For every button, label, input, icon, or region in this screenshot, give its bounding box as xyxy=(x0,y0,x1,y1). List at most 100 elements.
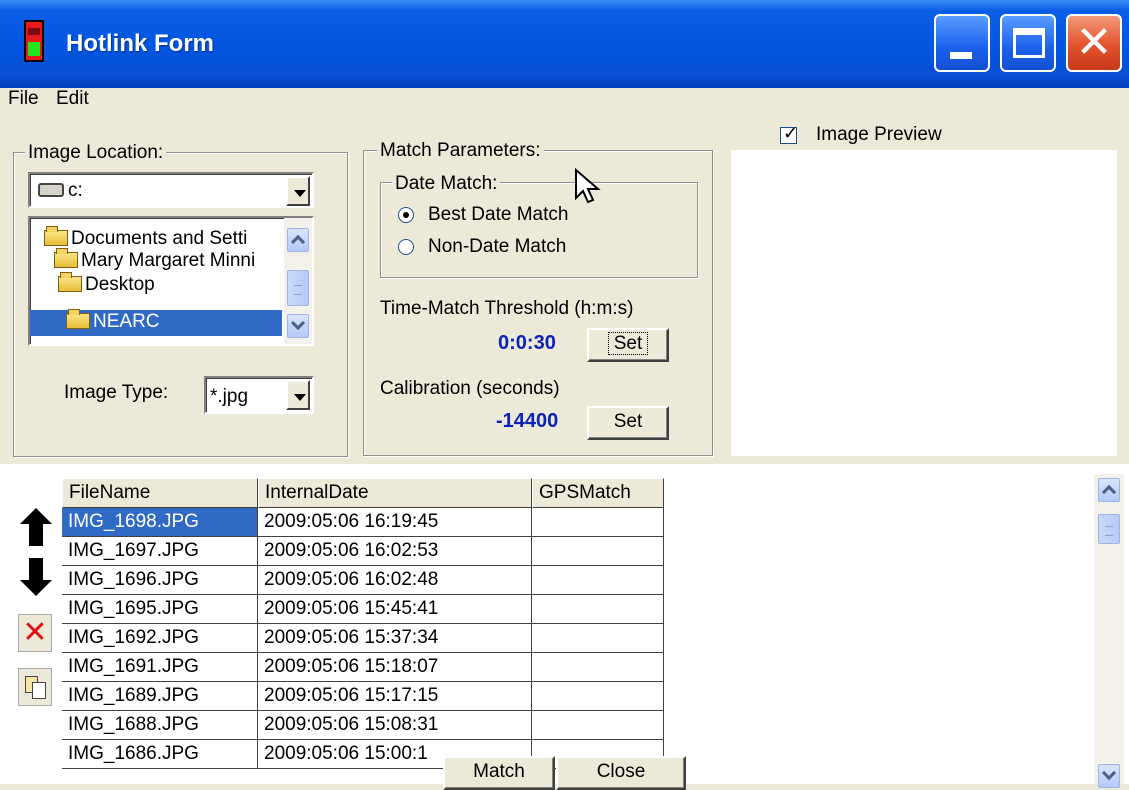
table-row[interactable]: IMG_1696.JPG 2009:05:06 16:02:48 xyxy=(62,566,664,595)
delete-icon[interactable]: ✕ xyxy=(18,614,52,652)
image-type-label: Image Type: xyxy=(64,382,169,403)
drive-select[interactable]: c: xyxy=(28,172,314,208)
cell-internaldate[interactable]: 2009:05:06 16:19:45 xyxy=(258,508,532,537)
cursor-icon xyxy=(575,168,601,204)
cell-gpsmatch[interactable] xyxy=(532,624,664,653)
close-button[interactable]: Close xyxy=(556,756,686,790)
scroll-up-button[interactable] xyxy=(287,228,309,252)
cell-filename[interactable]: IMG_1695.JPG xyxy=(62,595,258,624)
image-type-value: *.jpg xyxy=(210,386,249,407)
check-icon: ✓ xyxy=(783,123,799,143)
table-row[interactable]: IMG_1698.JPG 2009:05:06 16:19:45 xyxy=(62,508,664,537)
calibration-set-button[interactable]: Set xyxy=(587,406,669,440)
calibration-value: -14400 xyxy=(496,410,559,432)
cell-filename[interactable]: IMG_1692.JPG xyxy=(62,624,258,653)
col-header-internaldate[interactable]: InternalDate xyxy=(258,478,532,508)
chevron-down-icon xyxy=(1101,765,1117,781)
folder-item-documents[interactable]: Documents and Setti xyxy=(44,226,247,250)
non-date-radio-option[interactable]: Non-Date Match xyxy=(398,236,638,262)
arrow-up-icon[interactable] xyxy=(18,506,52,548)
table-row[interactable]: IMG_1695.JPG 2009:05:06 15:45:41 xyxy=(62,595,664,624)
cell-gpsmatch[interactable] xyxy=(532,711,664,740)
image-preview-checkbox[interactable]: ✓ xyxy=(780,123,798,144)
cell-gpsmatch[interactable] xyxy=(532,682,664,711)
cell-internaldate[interactable]: 2009:05:06 15:18:07 xyxy=(258,653,532,682)
image-type-select[interactable]: *.jpg xyxy=(204,376,314,414)
threshold-label: Time-Match Threshold (h:m:s) xyxy=(380,298,634,319)
best-date-label: Best Date Match xyxy=(428,204,569,225)
folder-open-icon xyxy=(54,248,78,268)
cell-internaldate[interactable]: 2009:05:06 16:02:53 xyxy=(258,537,532,566)
cell-internaldate[interactable]: 2009:05:06 15:17:15 xyxy=(258,682,532,711)
cell-internaldate[interactable]: 2009:05:06 15:45:41 xyxy=(258,595,532,624)
non-date-radio[interactable] xyxy=(398,239,414,255)
cell-gpsmatch[interactable] xyxy=(532,653,664,682)
table-row[interactable]: IMG_1692.JPG 2009:05:06 15:37:34 xyxy=(62,624,664,653)
date-match-group xyxy=(380,182,698,278)
minimize-button[interactable] xyxy=(934,14,990,72)
cell-filename[interactable]: IMG_1686.JPG xyxy=(62,740,258,769)
maximize-button[interactable] xyxy=(1000,14,1056,72)
scroll-thumb[interactable] xyxy=(287,270,309,306)
cell-filename[interactable]: IMG_1691.JPG xyxy=(62,653,258,682)
table-row[interactable]: IMG_1697.JPG 2009:05:06 16:02:53 xyxy=(62,537,664,566)
cell-gpsmatch[interactable] xyxy=(532,566,664,595)
close-window-button[interactable]: ✕ xyxy=(1066,14,1122,72)
scroll-down-button[interactable] xyxy=(287,314,309,338)
cell-filename[interactable]: IMG_1697.JPG xyxy=(62,537,258,566)
minimize-icon xyxy=(950,52,972,59)
col-header-gpsmatch[interactable]: GPSMatch xyxy=(532,478,664,508)
table-row[interactable]: IMG_1688.JPG 2009:05:06 15:08:31 xyxy=(62,711,664,740)
title-bar[interactable]: Hotlink Form ✕ xyxy=(0,0,1129,88)
app-icon xyxy=(24,20,44,62)
menu-file[interactable]: File xyxy=(8,88,39,110)
cell-filename[interactable]: IMG_1689.JPG xyxy=(62,682,258,711)
image-location-label: Image Location: xyxy=(25,142,167,164)
match-parameters-label: Match Parameters: xyxy=(377,140,544,162)
menu-edit[interactable]: Edit xyxy=(56,88,89,110)
arrow-down-icon[interactable] xyxy=(18,556,52,598)
cell-filename[interactable]: IMG_1698.JPG xyxy=(62,508,258,537)
cell-internaldate[interactable]: 2009:05:06 15:08:31 xyxy=(258,711,532,740)
cell-gpsmatch[interactable] xyxy=(532,595,664,624)
folder-open-icon xyxy=(66,309,90,329)
folder-item-user[interactable]: Mary Margaret Minni xyxy=(54,248,255,272)
grid-scrollbar[interactable] xyxy=(1094,474,1124,788)
drive-dropdown-button[interactable] xyxy=(286,176,310,206)
grid-scroll-up-button[interactable] xyxy=(1098,478,1120,502)
drive-icon xyxy=(38,183,64,197)
folder-open-icon xyxy=(58,272,82,292)
grid-scroll-thumb[interactable] xyxy=(1098,514,1120,544)
grid-scroll-down-button[interactable] xyxy=(1098,764,1120,788)
cell-filename[interactable]: IMG_1696.JPG xyxy=(62,566,258,595)
image-type-dropdown-button[interactable] xyxy=(286,380,310,410)
image-preview-label: Image Preview xyxy=(816,124,942,145)
threshold-set-button[interactable]: Set xyxy=(587,328,669,362)
results-grid[interactable]: FileName InternalDate GPSMatch IMG_1698.… xyxy=(62,478,664,784)
image-preview-pane xyxy=(731,150,1117,456)
cell-internaldate[interactable]: 2009:05:06 16:02:48 xyxy=(258,566,532,595)
match-button[interactable]: Match xyxy=(443,756,555,790)
cell-filename[interactable]: IMG_1688.JPG xyxy=(62,711,258,740)
table-row[interactable]: IMG_1691.JPG 2009:05:06 15:18:07 xyxy=(62,653,664,682)
image-preview-checkbox-option[interactable]: ✓ Image Preview xyxy=(780,123,1080,148)
table-row[interactable]: IMG_1689.JPG 2009:05:06 15:17:15 xyxy=(62,682,664,711)
best-date-radio-option[interactable]: Best Date Match xyxy=(398,204,638,230)
cell-gpsmatch[interactable] xyxy=(532,537,664,566)
date-match-label: Date Match: xyxy=(392,173,501,195)
drive-value: c: xyxy=(68,180,83,201)
maximize-icon xyxy=(1013,28,1045,58)
folder-tree[interactable]: Documents and Setti Mary Margaret Minni … xyxy=(28,216,314,346)
close-icon: ✕ xyxy=(1075,17,1113,68)
best-date-radio[interactable] xyxy=(398,207,414,223)
col-header-filename[interactable]: FileName xyxy=(62,478,258,508)
cell-internaldate[interactable]: 2009:05:06 15:37:34 xyxy=(258,624,532,653)
folder-tree-scrollbar[interactable] xyxy=(284,218,312,344)
calibration-label: Calibration (seconds) xyxy=(380,378,560,399)
window-title: Hotlink Form xyxy=(66,30,214,57)
cell-gpsmatch[interactable] xyxy=(532,508,664,537)
folder-item-nearc[interactable]: NEARC xyxy=(30,309,282,336)
folder-item-desktop[interactable]: Desktop xyxy=(58,272,155,296)
copy-icon[interactable] xyxy=(18,668,52,706)
threshold-value: 0:0:30 xyxy=(498,332,556,354)
